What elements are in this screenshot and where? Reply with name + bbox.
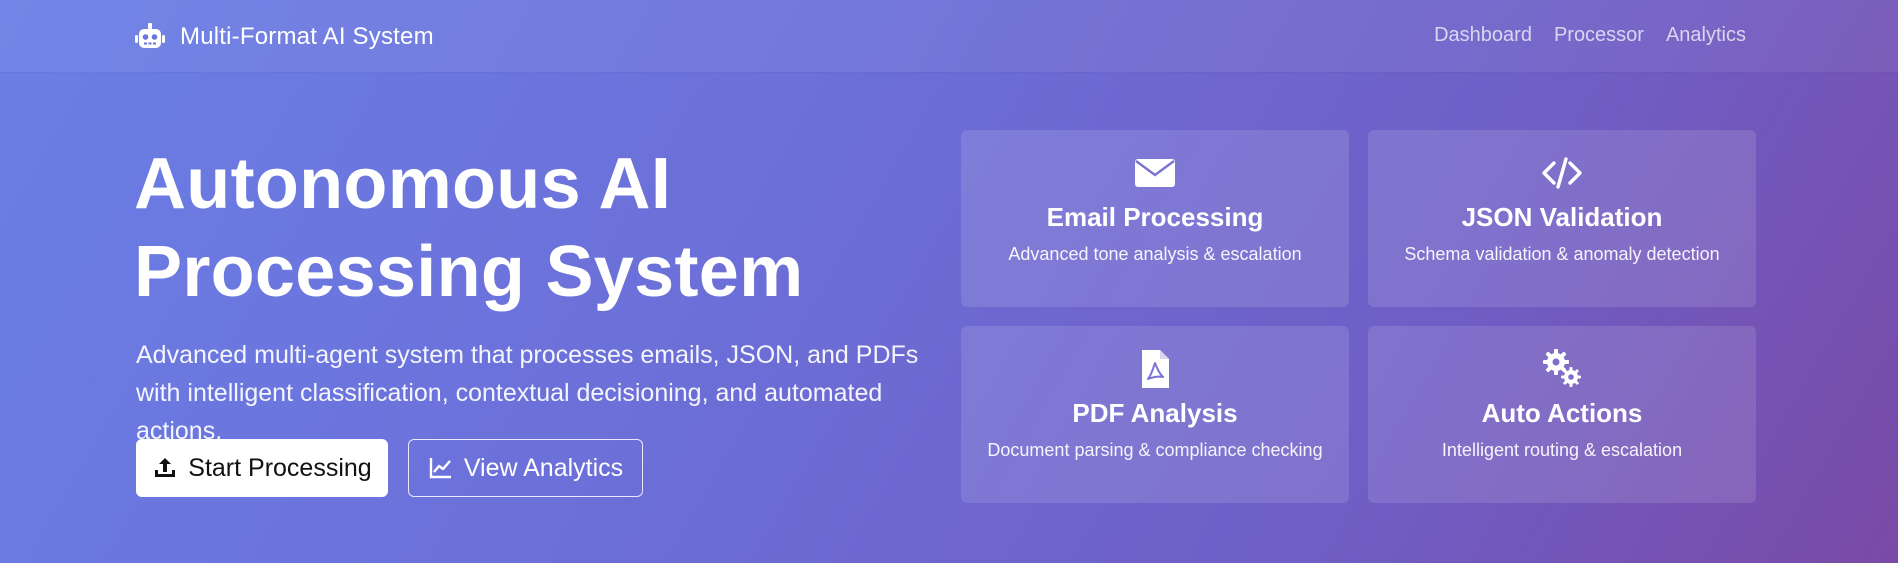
feature-title: JSON Validation — [1461, 202, 1663, 232]
hero-title-line-1: Autonomous AI — [134, 144, 672, 224]
hero-title-line-2: Processing System — [134, 232, 804, 312]
feature-title: Email Processing — [1046, 202, 1264, 232]
brand-link[interactable]: Multi-Format AI System — [134, 20, 434, 54]
feature-card-json: JSON Validation Schema validation & anom… — [1368, 130, 1756, 307]
feature-card-email: Email Processing Advanced tone analysis … — [961, 130, 1349, 307]
hero-subtitle: Advanced multi-agent system that process… — [136, 341, 919, 445]
nav-link-analytics[interactable]: Analytics — [1666, 24, 1746, 47]
pdf-file-icon — [1142, 350, 1169, 388]
feature-description: Document parsing & compliance checking — [987, 440, 1323, 460]
nav-link-processor[interactable]: Processor — [1554, 24, 1644, 47]
line-chart-icon — [429, 458, 451, 479]
upload-icon — [155, 458, 176, 477]
hero-title: Autonomous AI Processing System — [134, 140, 954, 316]
feature-description: Schema validation & anomaly detection — [1404, 244, 1720, 264]
feature-description: Advanced tone analysis & escalation — [1008, 244, 1302, 264]
nav-link-dashboard[interactable]: Dashboard — [1434, 24, 1532, 47]
start-processing-label: Start Processing — [188, 453, 372, 482]
nav-links: Dashboard Processor Analytics — [1434, 24, 1746, 47]
feature-card-actions: Auto Actions Intelligent routing & escal… — [1368, 326, 1756, 503]
code-icon — [1542, 157, 1582, 189]
start-processing-button[interactable]: Start Processing — [136, 439, 388, 497]
top-navbar: Multi-Format AI System Dashboard Process… — [0, 0, 1898, 72]
feature-description: Intelligent routing & escalation — [1441, 440, 1683, 460]
feature-title: PDF Analysis — [1072, 398, 1238, 428]
view-analytics-button[interactable]: View Analytics — [408, 439, 643, 497]
brand-name: Multi-Format AI System — [180, 23, 434, 50]
view-analytics-label: View Analytics — [463, 453, 624, 482]
feature-card-pdf: PDF Analysis Document parsing & complian… — [961, 326, 1349, 503]
robot-icon — [135, 23, 165, 48]
envelope-icon — [1135, 159, 1175, 187]
gears-icon — [1543, 349, 1581, 387]
feature-title: Auto Actions — [1481, 398, 1643, 428]
